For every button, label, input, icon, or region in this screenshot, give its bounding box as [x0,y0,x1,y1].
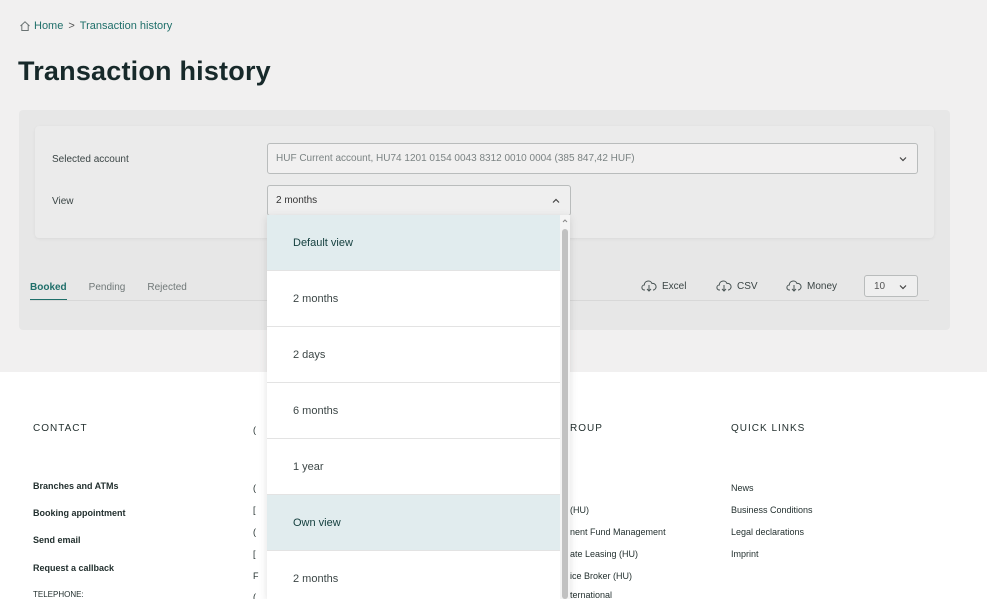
breadcrumb-home[interactable]: Home [34,20,63,32]
footer-fragment: [ [253,549,256,559]
account-select-value: HUF Current account, HU74 1201 0154 0043… [276,153,635,164]
account-select[interactable]: HUF Current account, HU74 1201 0154 0043… [267,143,918,174]
download-icon [786,280,802,292]
export-excel-button[interactable]: Excel [641,278,686,294]
footer-heading-group: ROUP [570,423,603,434]
chevron-down-icon [899,156,907,161]
dropdown-option[interactable]: 2 months [267,551,560,599]
footer-link-group-1[interactable]: (HU) [570,505,589,515]
export-csv-button[interactable]: CSV [716,278,758,294]
export-money-label: Money [807,280,838,292]
footer-link-business-conditions[interactable]: Business Conditions [731,505,813,515]
dropdown-scrollbar-thumb[interactable] [562,229,568,599]
export-money-button[interactable]: Money [786,278,837,294]
selected-account-label: Selected account [52,154,129,165]
footer-link-group-4[interactable]: ice Broker (HU) [570,571,632,581]
dropdown-option[interactable]: 1 year [267,439,560,495]
view-select-value: 2 months [276,195,318,206]
footer-fragment: F [253,571,259,581]
footer-link-booking[interactable]: Booking appointment [33,508,126,518]
chevron-down-icon [899,285,907,290]
footer-link-news[interactable]: News [731,483,754,493]
chevron-up-icon [552,198,560,203]
home-icon[interactable] [19,20,31,32]
footer-link-group-2[interactable]: nent Fund Management [570,527,666,537]
footer-link-legal[interactable]: Legal declarations [731,527,804,537]
breadcrumb-separator: > [68,20,75,32]
export-excel-label: Excel [662,280,687,292]
view-label: View [52,196,74,207]
download-icon [641,280,657,292]
footer-link-email[interactable]: Send email [33,535,81,545]
footer-fragment: ( [253,425,256,435]
dropdown-option-label: Default view [293,236,353,249]
footer-link-callback[interactable]: Request a callback [33,563,114,573]
footer-heading-contact: CONTACT [33,423,88,434]
tab-rejected[interactable]: Rejected [147,282,186,301]
view-dropdown-menu: Default view 2 months 2 days 6 months 1 … [267,215,570,599]
footer-link-group-3[interactable]: ate Leasing (HU) [570,549,638,559]
breadcrumb-current[interactable]: Transaction history [80,20,173,32]
dropdown-option-label: Own view [293,516,341,529]
dropdown-option[interactable]: 6 months [267,383,560,439]
footer-link-imprint[interactable]: Imprint [731,549,759,559]
footer-fragment: ( [253,592,256,599]
footer-fragment: [ [253,505,256,515]
dropdown-option-label: 2 days [293,348,326,361]
dropdown-option[interactable]: 2 days [267,327,560,383]
view-select[interactable]: 2 months [267,185,571,216]
footer-fragment: ( [253,483,256,493]
footer-link-branches[interactable]: Branches and ATMs [33,481,119,491]
footer-heading-quick-links: QUICK LINKS [731,423,806,434]
dropdown-option[interactable]: Own view [267,495,560,551]
page-size-select[interactable]: 10 [864,275,918,297]
scroll-up-arrow-icon[interactable] [561,217,569,225]
footer-label-telephone: TELEPHONE: [33,590,84,599]
tab-booked[interactable]: Booked [30,282,67,301]
dropdown-option-label: 6 months [293,404,339,417]
dropdown-option-label: 2 months [293,572,339,585]
dropdown-option[interactable]: Default view [267,215,560,271]
export-csv-label: CSV [737,280,758,292]
footer-fragment: ( [253,527,256,537]
download-icon [716,280,732,292]
tab-pending[interactable]: Pending [89,282,126,301]
page-size-value: 10 [874,280,886,292]
footer-link-group-5[interactable]: ternational [570,590,612,599]
dropdown-option-label: 2 months [293,292,339,305]
dropdown-option[interactable]: 2 months [267,271,560,327]
dropdown-option-label: 1 year [293,460,324,473]
page-title: Transaction history [18,56,271,86]
transaction-tabs: Booked Pending Rejected [30,282,187,301]
breadcrumb: Home > Transaction history [19,20,172,32]
